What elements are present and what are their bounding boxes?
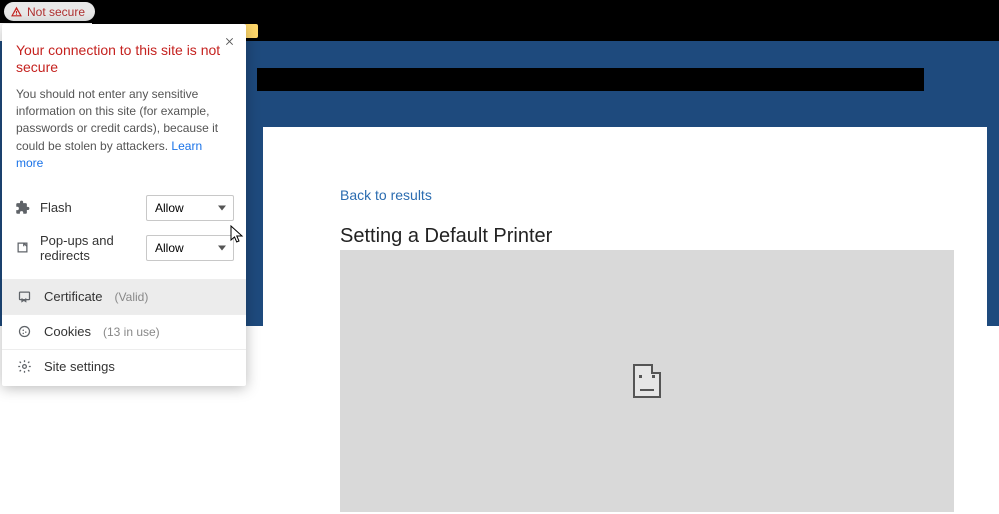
cookie-icon <box>16 324 32 340</box>
close-button[interactable] <box>220 32 238 50</box>
content-card: Back to results Setting a Default Printe… <box>263 127 987 514</box>
not-secure-badge[interactable]: Not secure <box>4 2 95 21</box>
folder-icon <box>244 24 258 38</box>
permission-row-flash: Flash Allow <box>2 189 246 227</box>
certificate-icon <box>16 289 32 305</box>
popup-title: Your connection to this site is not secu… <box>2 24 246 86</box>
popups-permission-select[interactable]: Allow <box>146 235 234 261</box>
popup-description: You should not enter any sensitive infor… <box>2 86 246 189</box>
site-settings-label: Site settings <box>44 359 115 374</box>
cookies-label: Cookies <box>44 324 91 339</box>
browser-top-bar: Not secure <box>0 0 999 23</box>
not-secure-label: Not secure <box>27 5 85 19</box>
popup-redirect-icon <box>14 240 30 256</box>
close-icon <box>224 36 235 47</box>
broken-image-icon <box>633 364 661 398</box>
article-title: Setting a Default Printer <box>340 225 987 248</box>
site-info-popup: Your connection to this site is not secu… <box>2 24 246 386</box>
permission-label: Flash <box>40 200 136 215</box>
site-settings-item[interactable]: Site settings <box>2 349 246 384</box>
certificate-status: (Valid) <box>115 290 149 304</box>
permission-row-popups: Pop-ups and redirects Allow <box>2 227 246 269</box>
certificate-label: Certificate <box>44 289 103 304</box>
cookies-item[interactable]: Cookies (13 in use) <box>2 314 246 349</box>
puzzle-icon <box>14 200 30 216</box>
media-placeholder <box>340 250 954 512</box>
warning-triangle-icon <box>10 5 23 18</box>
redacted-title-bar <box>257 68 924 91</box>
permission-label: Pop-ups and redirects <box>40 233 136 263</box>
cookies-count: (13 in use) <box>103 325 160 339</box>
back-to-results-link[interactable]: Back to results <box>340 187 432 203</box>
flash-permission-select[interactable]: Allow <box>146 195 234 221</box>
certificate-item[interactable]: Certificate (Valid) <box>2 279 246 314</box>
gear-icon <box>16 359 32 375</box>
